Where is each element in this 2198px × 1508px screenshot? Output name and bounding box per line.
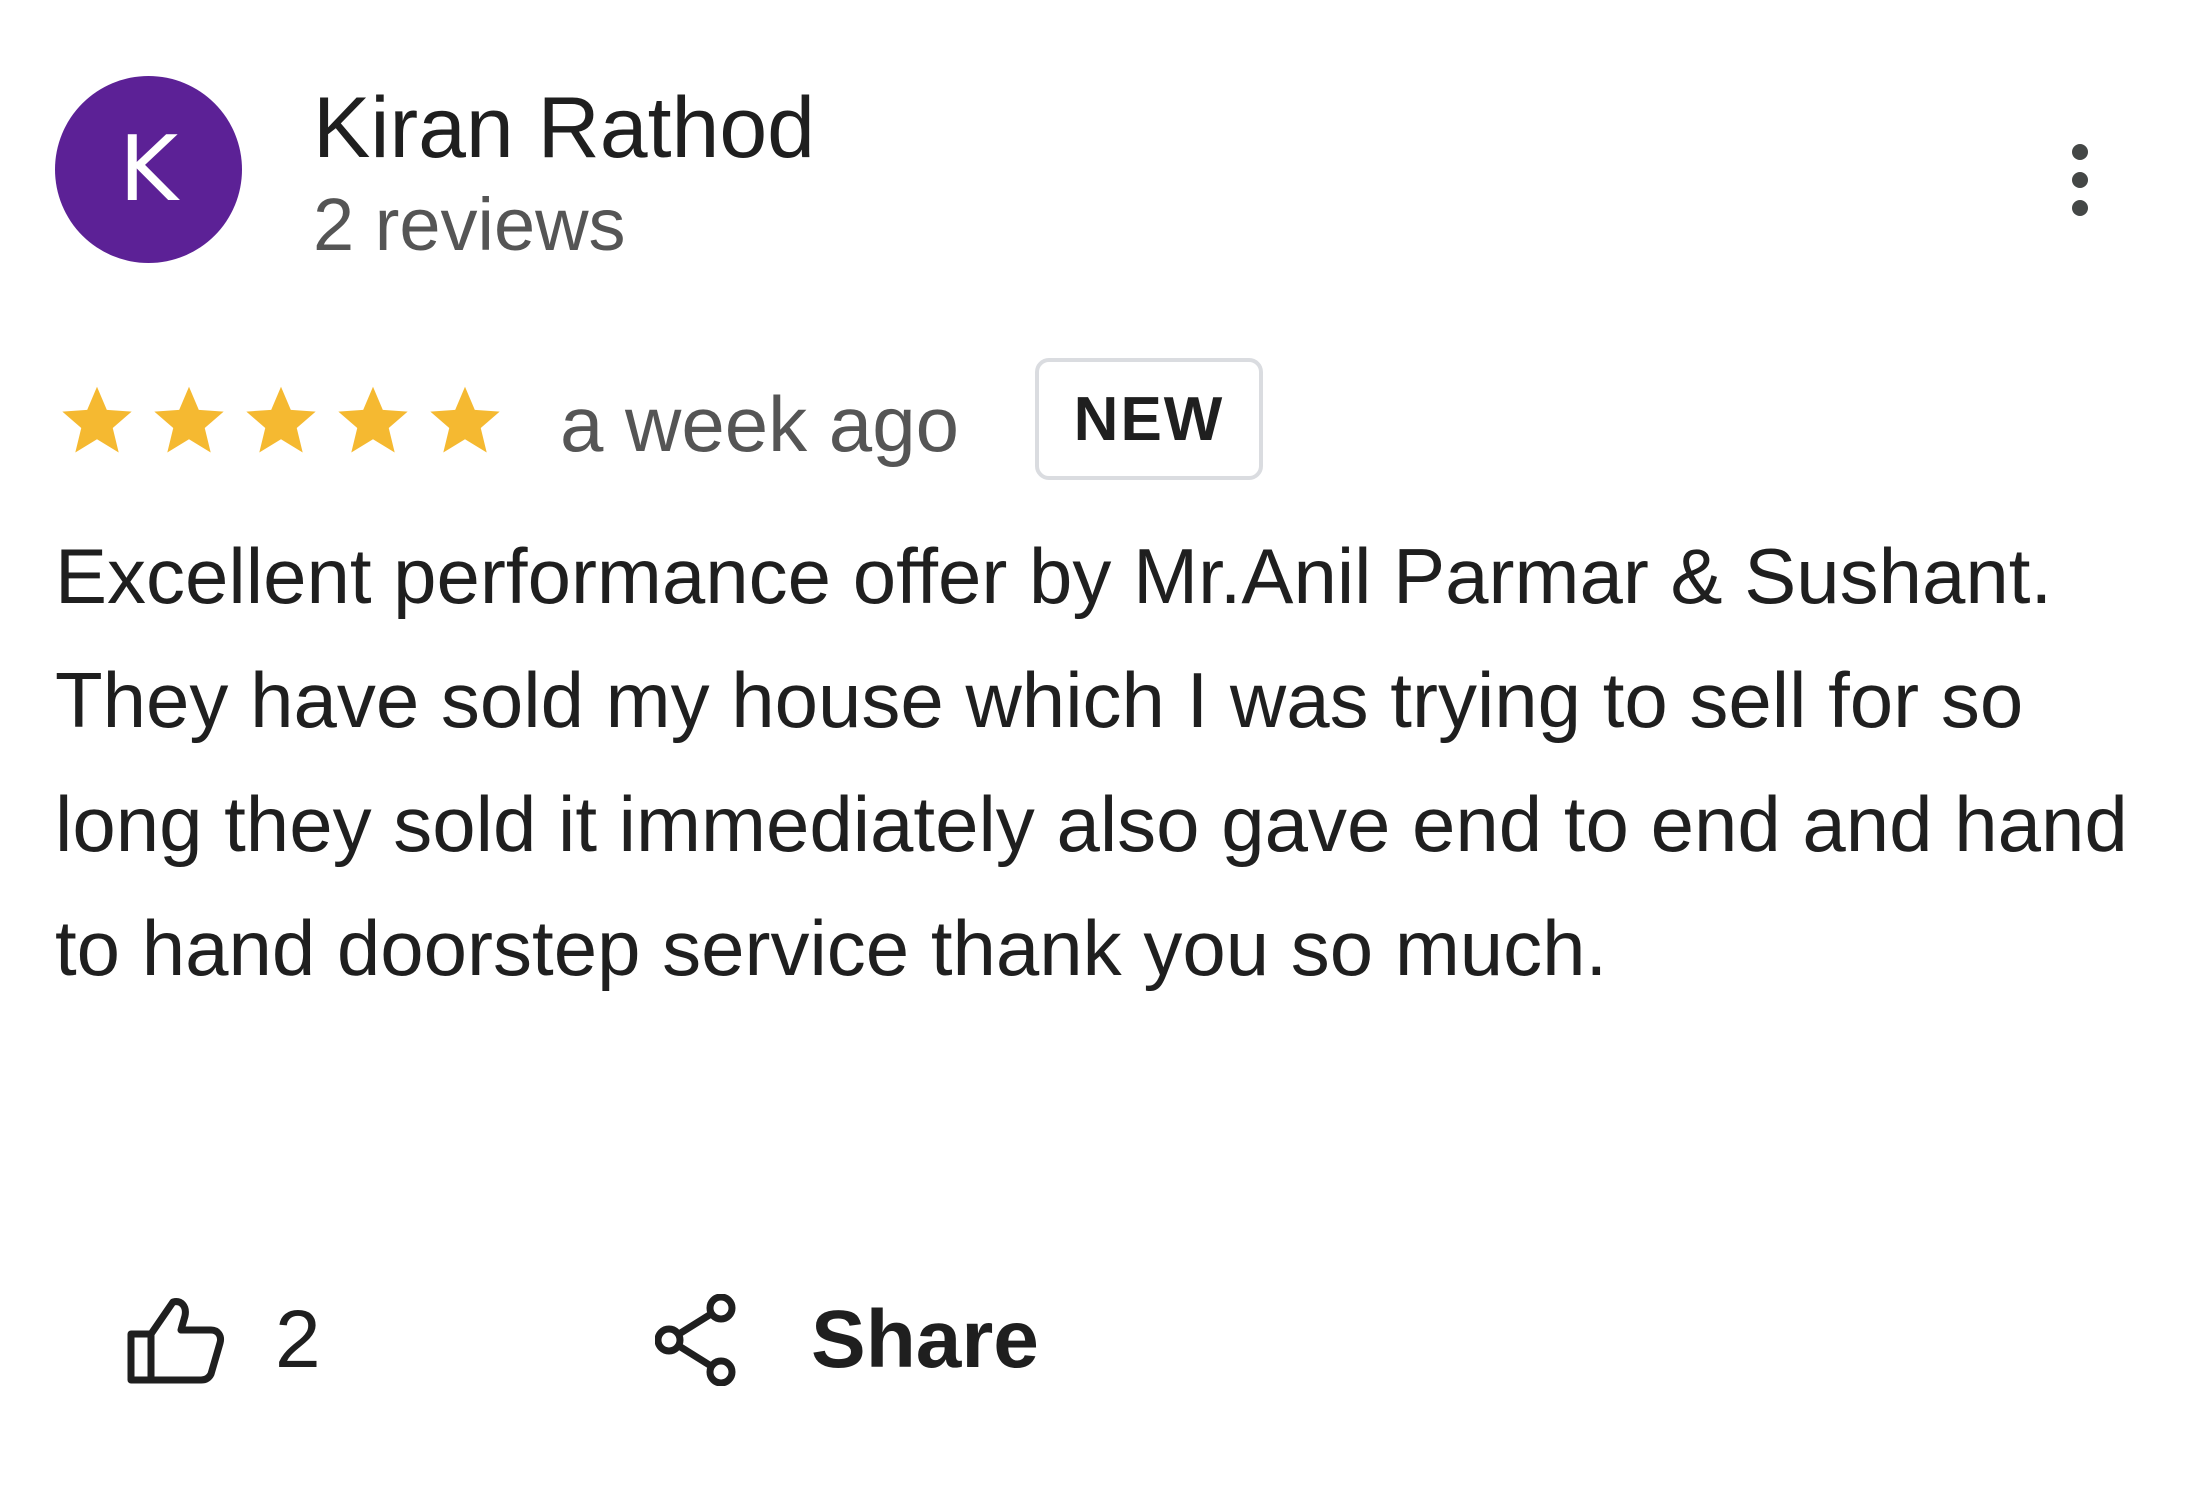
like-count: 2 (275, 1294, 321, 1385)
author-review-count[interactable]: 2 reviews (313, 180, 626, 270)
review-date: a week ago (560, 380, 959, 468)
review-text: Excellent performance offer by Mr.Anil P… (55, 532, 2128, 992)
more-vertical-icon (2072, 144, 2088, 216)
star-rating (55, 380, 515, 460)
thumbs-up-icon (127, 1298, 224, 1384)
star-icon (246, 386, 316, 453)
star-icon (154, 386, 224, 453)
share-button[interactable]: Share (655, 1290, 1039, 1390)
share-icon (655, 1294, 736, 1386)
share-label: Share (811, 1294, 1039, 1385)
like-button[interactable]: 2 (125, 1290, 321, 1390)
more-options-button[interactable] (2040, 140, 2120, 220)
star-icon (430, 386, 500, 453)
avatar[interactable]: K (55, 76, 242, 263)
star-icon (338, 386, 408, 453)
new-badge: NEW (1035, 358, 1263, 480)
author-name[interactable]: Kiran Rathod (313, 78, 815, 178)
avatar-initial: K (118, 116, 179, 222)
star-icon (62, 386, 132, 453)
